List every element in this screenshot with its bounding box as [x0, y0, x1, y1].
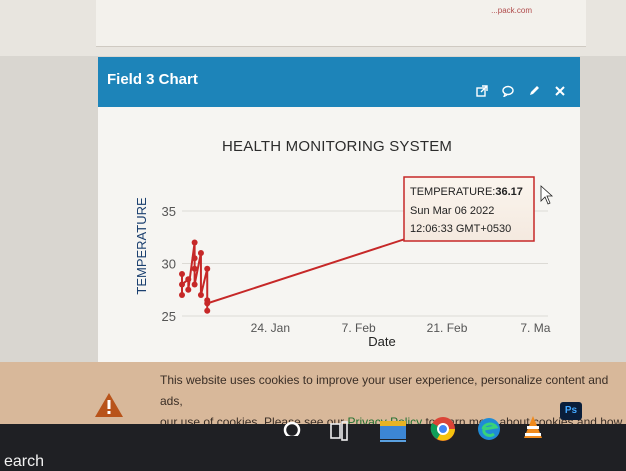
mouse-cursor-icon — [540, 185, 554, 205]
x-axis-title: Date — [368, 334, 395, 349]
task-view-icon[interactable] — [328, 412, 350, 442]
chrome-icon[interactable] — [428, 412, 458, 442]
y-axis-title: TEMPERATURE — [134, 197, 149, 295]
y-tick-label: 35 — [162, 204, 176, 219]
data-point — [191, 281, 198, 288]
chart-tooltip: TEMPERATURE:36.17 Sun Mar 06 2022 12:06:… — [403, 176, 535, 242]
vlc-icon[interactable] — [520, 412, 546, 442]
tooltip-time: 12:06:33 GMT+0530 — [410, 223, 511, 235]
data-point — [197, 250, 204, 256]
warning-icon — [95, 393, 123, 417]
data-point — [191, 239, 198, 246]
data-point — [197, 292, 204, 298]
file-explorer-icon[interactable] — [378, 412, 408, 442]
x-tick-label: 7. Feb — [342, 321, 376, 335]
tooltip-label: TEMPERATURE: — [410, 186, 495, 198]
cookie-line-1: This website uses cookies to improve you… — [160, 373, 609, 408]
photoshop-icon[interactable]: Ps — [560, 402, 582, 420]
data-point — [179, 271, 185, 277]
start-circle-icon[interactable] — [280, 412, 304, 436]
y-tick-label: 25 — [162, 309, 176, 324]
taskbar-search-box[interactable]: earch — [4, 453, 44, 471]
data-point — [179, 292, 185, 298]
data-point — [191, 255, 198, 262]
data-point — [185, 276, 192, 283]
data-point — [191, 265, 198, 272]
data-point — [204, 300, 211, 307]
edge-icon[interactable] — [474, 412, 504, 442]
x-tick-label: 24. Jan — [251, 321, 290, 335]
data-point — [204, 265, 211, 272]
tooltip-value: 36.17 — [495, 186, 523, 198]
tooltip-date: Sun Mar 06 2022 — [410, 205, 494, 217]
y-tick-label: 30 — [162, 257, 176, 272]
svg-text:TEMPERATURE:36.17: TEMPERATURE:36.17 — [410, 186, 523, 198]
data-point — [204, 307, 211, 314]
data-point — [179, 281, 185, 288]
x-tick-label: 7. Ma — [520, 321, 550, 335]
x-tick-label: 21. Feb — [427, 321, 468, 335]
data-point — [185, 286, 192, 293]
